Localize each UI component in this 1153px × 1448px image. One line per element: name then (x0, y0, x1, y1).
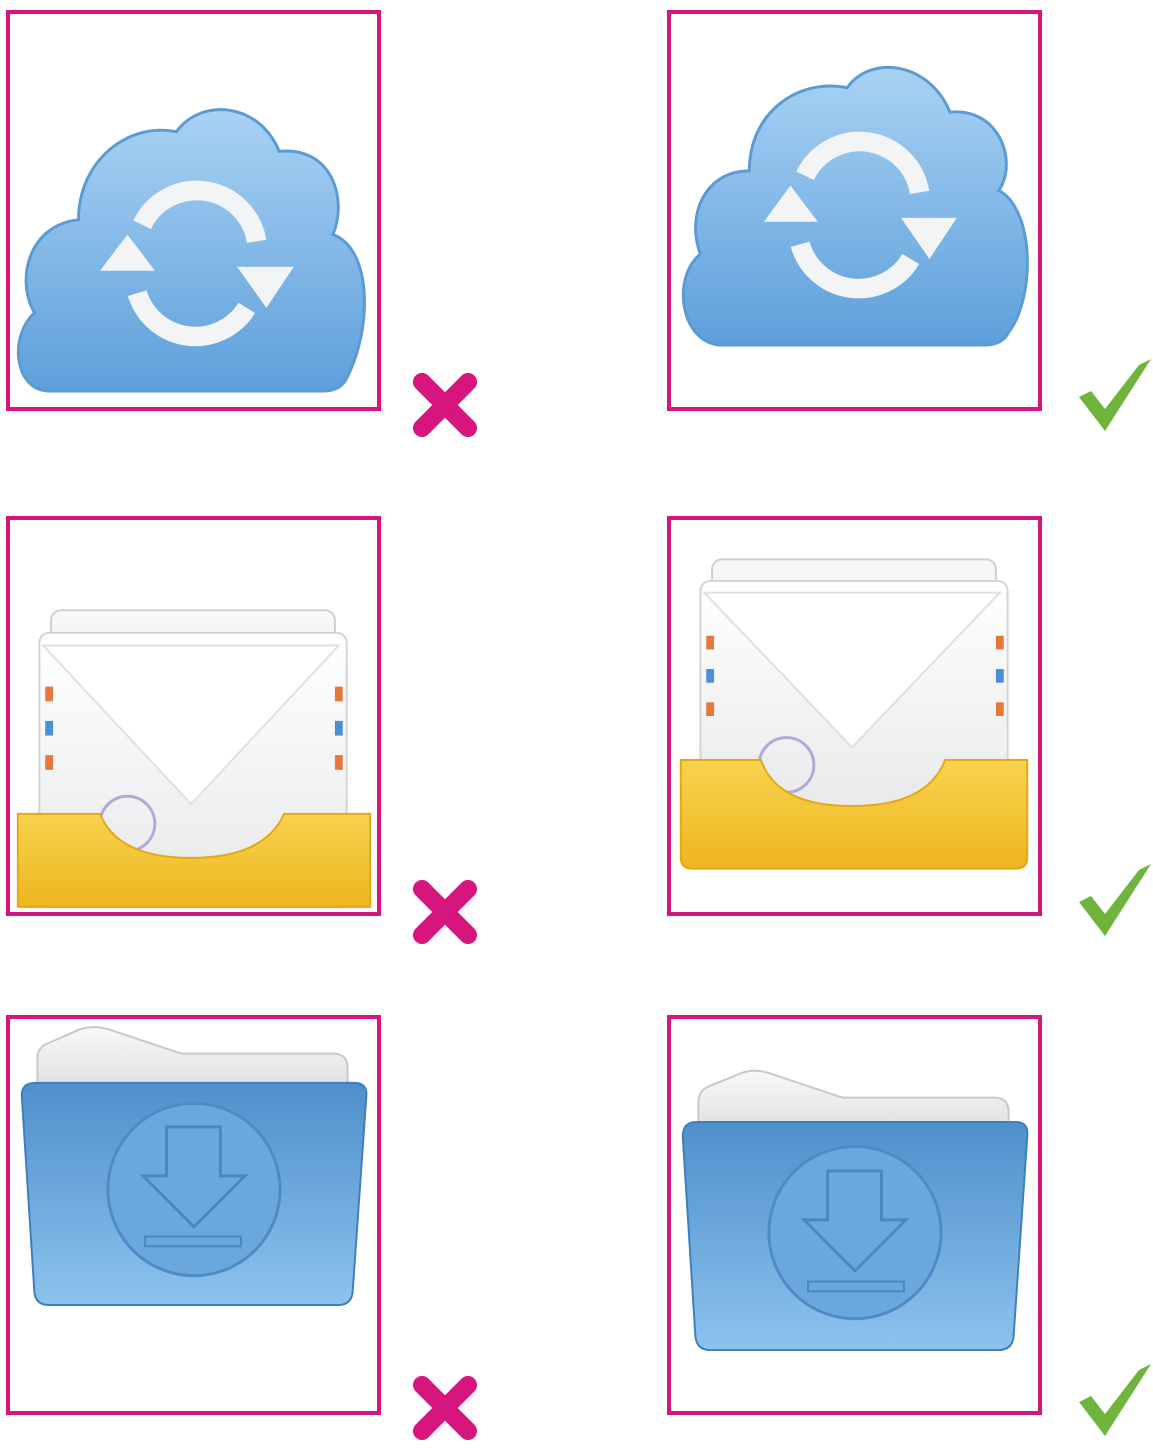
example-frame-cloud-correct (667, 10, 1042, 411)
example-frame-folder-correct (667, 1015, 1042, 1415)
cloud-sync-icon (16, 108, 366, 393)
check-icon (1075, 1360, 1153, 1440)
example-frame-folder-incorrect (6, 1015, 381, 1415)
download-folder-icon (681, 1069, 1029, 1352)
example-frame-cloud-incorrect (6, 10, 381, 411)
check-icon (1075, 860, 1153, 940)
example-frame-inbox-correct (667, 516, 1042, 916)
download-folder-icon (20, 1026, 368, 1307)
cross-icon (410, 370, 480, 440)
cloud-sync-icon (681, 65, 1029, 347)
example-frame-inbox-incorrect (6, 516, 381, 916)
cross-icon (410, 1373, 480, 1443)
check-icon (1075, 355, 1153, 435)
cross-icon (410, 877, 480, 947)
mail-inbox-icon (16, 609, 372, 908)
mail-inbox-icon (679, 558, 1029, 870)
